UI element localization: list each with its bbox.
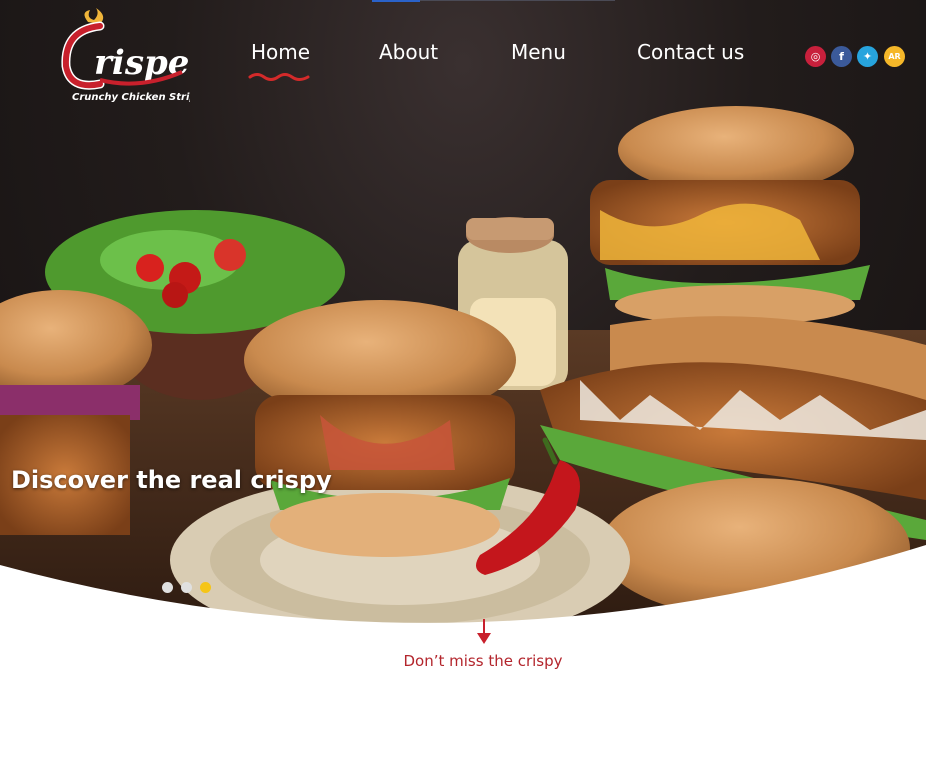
section-cta-text: Don’t miss the crispy: [403, 652, 563, 670]
facebook-icon[interactable]: f: [831, 46, 852, 67]
language-ar-icon[interactable]: AR: [884, 46, 905, 67]
social-links: ◎ f ✦ AR: [805, 46, 905, 68]
nav-item-home[interactable]: Home: [251, 40, 310, 64]
active-nav-squiggle: [248, 73, 310, 81]
slider-dot-1[interactable]: [162, 582, 173, 593]
hero-slider: risper Crunchy Chicken Strips Home About…: [0, 0, 926, 640]
top-accent-line: [420, 0, 615, 1]
slider-dot-3-active[interactable]: [200, 582, 211, 593]
nav-item-about[interactable]: About: [379, 40, 438, 64]
twitter-icon[interactable]: ✦: [857, 46, 878, 67]
scroll-down-arrow-icon[interactable]: [475, 617, 493, 647]
main-nav: Home About Menu Contact us: [0, 40, 926, 70]
top-accent-bar: [372, 0, 420, 2]
nav-item-contact-us[interactable]: Contact us: [637, 40, 744, 64]
slider-dot-2[interactable]: [181, 582, 192, 593]
logo-subtitle: Crunchy Chicken Strips: [72, 92, 190, 103]
hero-tagline: Discover the real crispy: [11, 466, 332, 494]
instagram-icon[interactable]: ◎: [805, 46, 826, 67]
nav-item-menu[interactable]: Menu: [511, 40, 566, 64]
